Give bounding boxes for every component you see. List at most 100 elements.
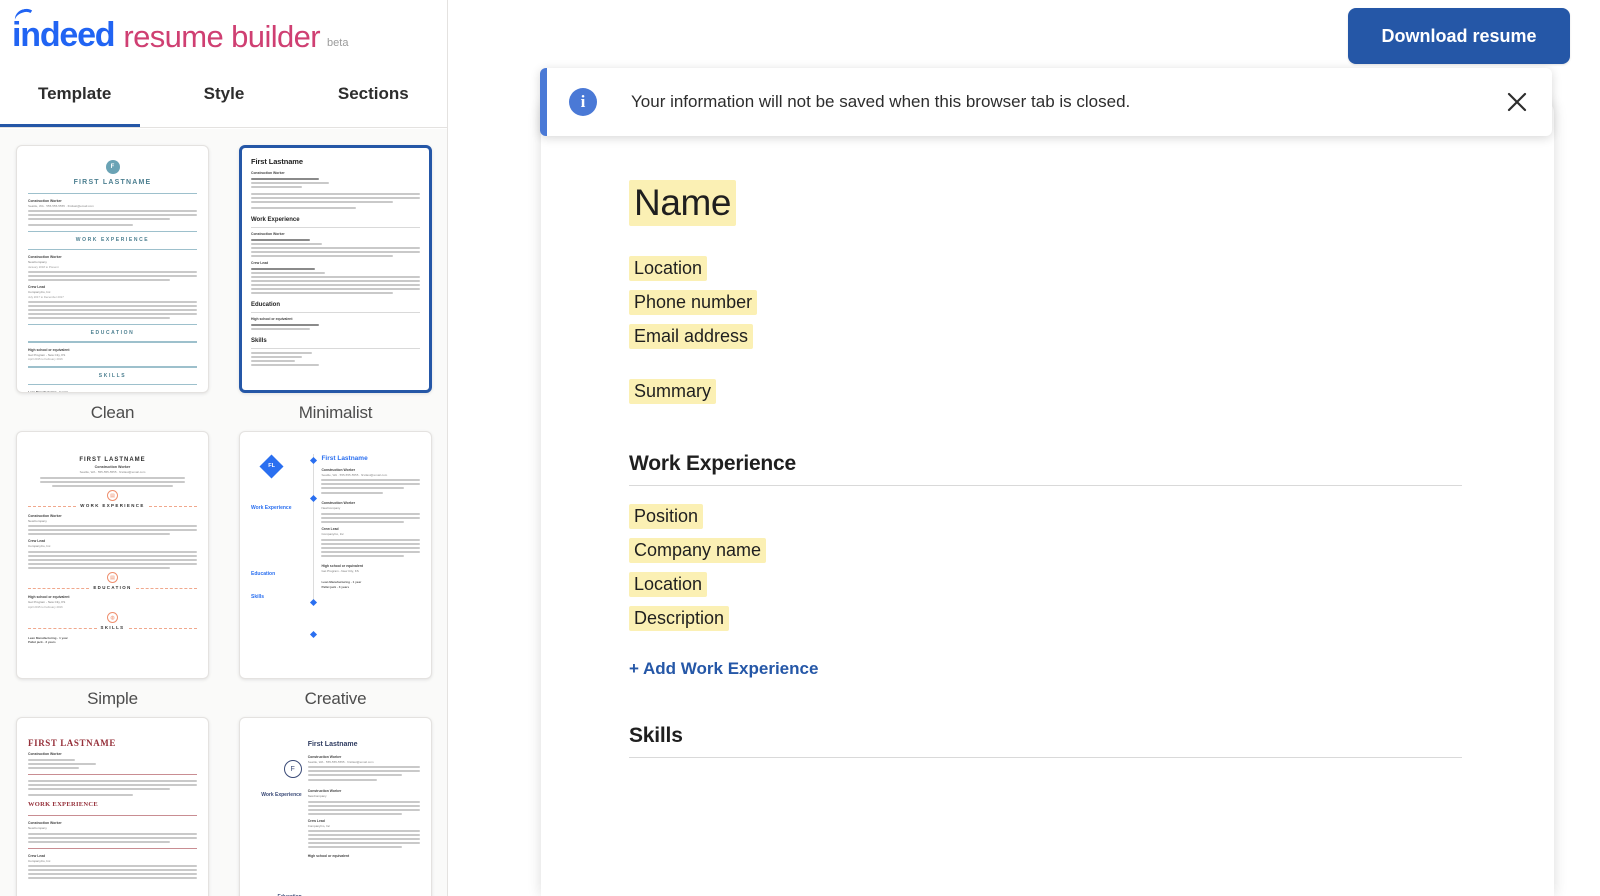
template-thumbnail-professional[interactable]: F Work Experience Education First Lastna… <box>239 717 432 896</box>
thumb-job2-company: CompanyCo, Inc <box>28 544 51 549</box>
editor-tabs: Template Style Sections <box>0 74 447 128</box>
resume-document-panel[interactable]: Name Location Phone number Email address… <box>541 102 1554 896</box>
template-thumbnail-elegant[interactable]: FIRST LASTNAME Construction Worker WORK … <box>16 717 209 896</box>
banner-message: Your information will not be saved when … <box>631 92 1131 111</box>
tab-sections[interactable]: Sections <box>299 74 447 128</box>
thumb-job1-company: NewCompany <box>28 518 47 523</box>
template-thumbnail-minimalist[interactable]: First Lastname Construction Worker Work … <box>239 145 432 393</box>
graduation-cap-icon: ▤ <box>107 571 118 583</box>
resume-company-field[interactable]: Company name <box>629 538 767 563</box>
thumb-section-education: Education <box>251 302 281 309</box>
thumb-section-work: Work Experience <box>261 792 302 798</box>
diamond-bullet-icon <box>310 630 318 639</box>
thumb-section-education: Education <box>251 571 276 578</box>
diamond-bullet-icon <box>310 598 318 607</box>
template-option-minimalist[interactable]: First Lastname Construction Worker Work … <box>233 145 438 423</box>
preview-area: Download resume Name Location Phone numb… <box>448 0 1600 896</box>
initials-badge: FL <box>259 454 284 479</box>
thumb-name: FIRST LASTNAME <box>79 457 146 463</box>
thumb-name: First Lastname <box>321 455 368 462</box>
avatar: F <box>105 160 120 174</box>
thumb-job2-date: July 2017 to December 2017 <box>28 294 64 299</box>
thumb-edu-date: April 2015 to February 2016 <box>28 357 63 362</box>
tab-style[interactable]: Style <box>149 74 298 128</box>
skills-heading: Skills <box>629 724 683 747</box>
left-panel: indeed resume builder beta Template Styl… <box>0 0 448 896</box>
brand-beta-badge: beta <box>327 37 349 49</box>
thumb-skill-2: Pallet jack · 3 years <box>321 584 350 589</box>
thumb-section-skills: Skills <box>251 338 267 345</box>
tab-template[interactable]: Template <box>0 74 149 128</box>
thumb-job2-company: CompanyCo, Inc <box>321 532 344 537</box>
template-label-clean: Clean <box>90 403 135 422</box>
thumb-section-skills: SKILLS <box>98 372 127 379</box>
thumb-section-work: WORK EXPERIENCE <box>28 801 99 809</box>
thumb-edu: High school or equivalent <box>307 854 350 859</box>
thumb-name: First Lastname <box>251 157 303 166</box>
thumb-contact: Seattle, WA · 555-555-5555 · firstlast@e… <box>28 203 94 208</box>
resume-summary-field[interactable]: Summary <box>629 379 717 404</box>
resume-description-field[interactable]: Description <box>629 606 730 631</box>
thumb-job2-company: CompanyCo, Inc <box>307 823 331 828</box>
avatar: F <box>283 760 302 778</box>
template-option-elegant[interactable]: FIRST LASTNAME Construction Worker WORK … <box>10 717 215 896</box>
template-label-minimalist: Minimalist <box>298 403 373 422</box>
thumb-name: FIRST LASTNAME <box>28 738 117 748</box>
thumb-contact: Seattle, WA · 555-555-5555 · firstlast@e… <box>321 472 388 477</box>
thumb-edu-school: Get Program - New City, KS <box>321 568 359 573</box>
thumb-edu-date: April 2015 to February 2016 <box>28 604 63 609</box>
template-option-clean[interactable]: F FIRST LASTNAME Construction Worker Sea… <box>10 145 215 423</box>
thumb-section-skills: Skills <box>251 593 265 600</box>
thumb-section-work: Work Experience <box>251 505 292 511</box>
thumb-section-skills: SKILLS <box>28 625 197 632</box>
thumb-initials: FL <box>268 463 275 470</box>
template-option-creative[interactable]: FL Work Experience Education Skills Firs… <box>233 431 438 709</box>
thumb-section-work: Work Experience <box>251 217 300 224</box>
thumb-contact: Seattle, WA · 555-555-5555 · firstlast@e… <box>79 470 146 475</box>
download-resume-button[interactable]: Download resume <box>1348 8 1570 64</box>
template-label-simple: Simple <box>87 689 138 708</box>
thumb-job1-date: January 2018 to Present <box>28 264 59 269</box>
close-banner-button[interactable] <box>1500 85 1534 119</box>
template-option-simple[interactable]: FIRST LASTNAME Construction Worker Seatt… <box>10 431 215 709</box>
template-thumbnail-simple[interactable]: FIRST LASTNAME Construction Worker Seatt… <box>16 431 209 679</box>
template-gallery[interactable]: F FIRST LASTNAME Construction Worker Sea… <box>0 129 447 896</box>
template-option-professional[interactable]: F Work Experience Education First Lastna… <box>233 717 438 896</box>
thumb-section-education: EDUCATION <box>28 585 197 592</box>
template-thumbnail-clean[interactable]: F FIRST LASTNAME Construction Worker Sea… <box>16 145 209 393</box>
resume-builder-app: indeed resume builder beta Template Styl… <box>0 0 1600 896</box>
add-work-experience-button[interactable]: + Add Work Experience <box>629 659 818 679</box>
resume-location-field[interactable]: Location <box>629 256 708 281</box>
work-experience-heading: Work Experience <box>629 452 797 475</box>
lightbulb-icon: ◍ <box>107 612 118 624</box>
brand-product-text: resume builder <box>123 19 321 54</box>
tabs-divider <box>0 127 447 128</box>
thumb-name: FIRST LASTNAME <box>73 179 152 186</box>
thumb-contact: Seattle, WA · 555-555-5555 · firstlast@e… <box>307 759 374 764</box>
brand-logo[interactable]: indeed resume builder beta <box>12 6 349 54</box>
resume-work-location-field[interactable]: Location <box>629 572 708 597</box>
thumb-section-work: WORK EXPERIENCE <box>75 237 150 244</box>
resume-phone-field[interactable]: Phone number <box>629 290 758 315</box>
unsaved-info-banner: i Your information will not be saved whe… <box>540 68 1552 136</box>
thumb-skill-2: Pallet jack · 3 years <box>28 640 56 645</box>
skills-divider <box>629 757 1462 758</box>
thumb-section-education: EDUCATION <box>90 329 135 336</box>
thumb-job2: Crew Lead <box>251 261 269 266</box>
briefcase-icon: ▤ <box>107 489 118 501</box>
thumb-title: Construction Worker <box>28 752 62 757</box>
thumb-job1-company: NewCompany <box>321 506 341 511</box>
thumb-skill-1: Lean Manufacturing · 1 year <box>28 390 68 393</box>
resume-name-field[interactable]: Name <box>629 180 737 226</box>
diamond-bullet-icon <box>310 494 318 503</box>
thumb-name: First Lastname <box>307 741 358 748</box>
indeed-swoosh-icon <box>12 6 38 24</box>
thumb-section-work: WORK EXPERIENCE <box>28 503 197 510</box>
resume-email-field[interactable]: Email address <box>629 324 754 349</box>
diamond-bullet-icon <box>310 456 318 465</box>
resume-content: Name Location Phone number Email address… <box>629 180 1504 758</box>
template-thumbnail-creative[interactable]: FL Work Experience Education Skills Firs… <box>239 431 432 679</box>
resume-position-field[interactable]: Position <box>629 504 704 529</box>
thumb-title: Construction Worker <box>251 171 285 176</box>
info-icon: i <box>569 88 597 116</box>
